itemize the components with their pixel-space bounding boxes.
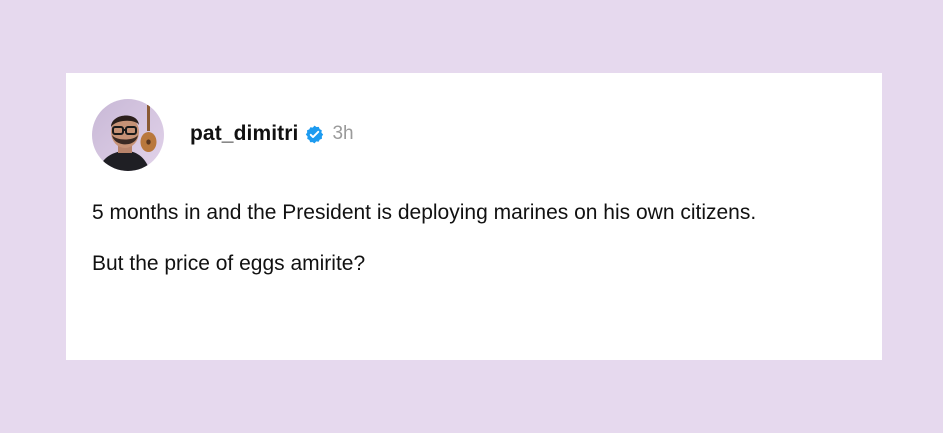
post-paragraph-2: But the price of eggs amirite? (92, 252, 366, 275)
avatar[interactable] (92, 99, 164, 171)
post-header: pat_dimitri 3h (92, 99, 354, 171)
post-body: 5 months in and the President is deployi… (92, 196, 852, 281)
verified-badge-icon (304, 124, 325, 145)
username[interactable]: pat_dimitri (190, 122, 298, 146)
timestamp: 3h (332, 123, 354, 144)
post-paragraph-1: 5 months in and the President is deployi… (92, 201, 757, 224)
post-meta: pat_dimitri 3h (190, 122, 354, 146)
post-card: pat_dimitri 3h 5 months in and the Presi… (66, 73, 882, 360)
